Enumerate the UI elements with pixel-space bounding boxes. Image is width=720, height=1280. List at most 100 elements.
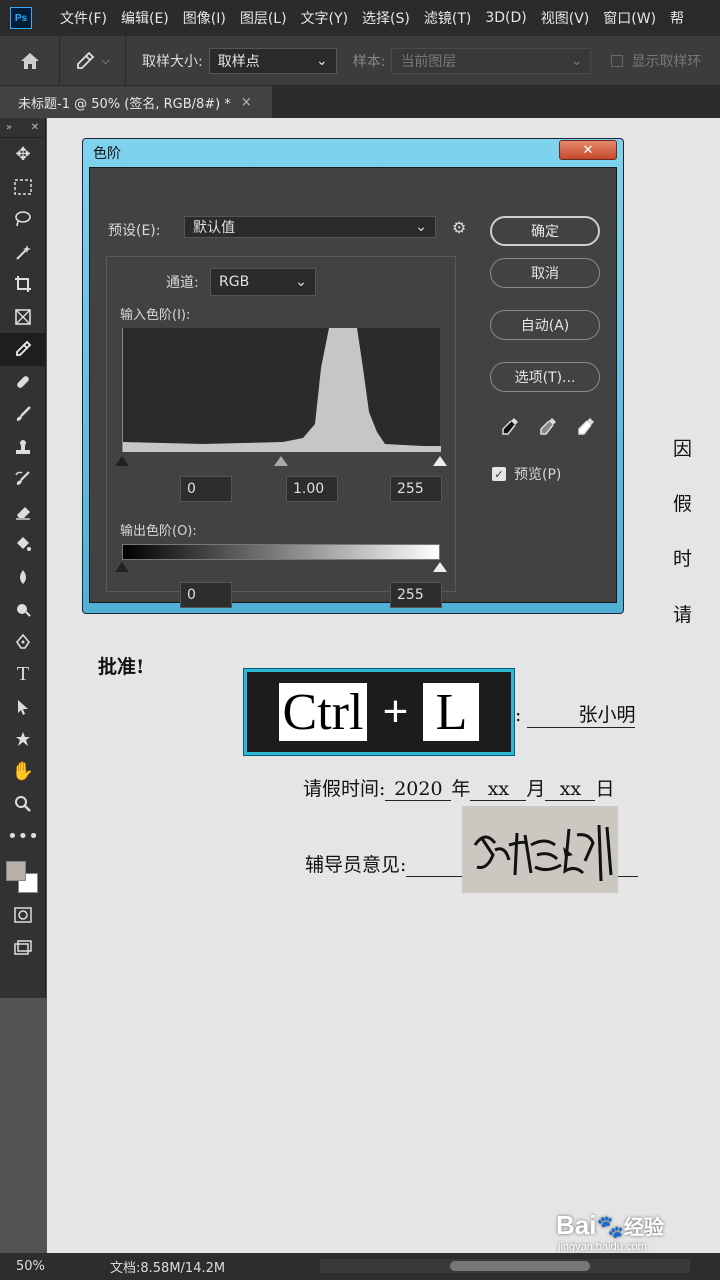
foreground-color-swatch[interactable] xyxy=(6,861,26,881)
tools-panel: » ✕ ✥ T ✋ ••• xyxy=(0,118,46,998)
input-gamma-handle[interactable] xyxy=(274,456,288,466)
white-point-eyedropper-icon[interactable] xyxy=(576,416,596,438)
menu-layer[interactable]: 图层(L) xyxy=(240,8,287,28)
lasso-tool-icon[interactable] xyxy=(0,203,46,236)
output-white-field[interactable]: 255 xyxy=(390,582,442,608)
sample-size-label: 取样大小: xyxy=(142,53,203,70)
brush-tool-icon[interactable] xyxy=(0,398,46,431)
dialog-title-bar[interactable]: 色阶 ✕ xyxy=(89,139,617,167)
close-tab-icon[interactable]: × xyxy=(241,95,252,110)
gray-point-eyedropper-icon[interactable] xyxy=(538,416,558,438)
input-white-field[interactable]: 255 xyxy=(390,476,442,502)
channel-value: RGB xyxy=(219,274,250,290)
menu-view[interactable]: 视图(V) xyxy=(541,8,590,28)
menu-image[interactable]: 图像(I) xyxy=(183,8,226,28)
pen-tool-icon[interactable] xyxy=(0,626,46,659)
watermark-brand2: 经验 xyxy=(623,1217,664,1239)
collapse-icon[interactable]: » xyxy=(6,122,12,133)
status-bar: 50% 文档:8.58M/14.2M ❯ xyxy=(0,1253,720,1280)
crop-tool-icon[interactable] xyxy=(0,268,46,301)
input-white-point-handle[interactable] xyxy=(433,456,447,466)
menu-select[interactable]: 选择(S) xyxy=(362,8,410,28)
menu-type[interactable]: 文字(Y) xyxy=(301,8,348,28)
shortcut-key-l: L xyxy=(423,683,480,741)
preview-check-icon[interactable]: ✓ xyxy=(492,467,506,481)
history-brush-tool-icon[interactable] xyxy=(0,463,46,496)
signature-image[interactable] xyxy=(462,806,618,893)
menu-3d[interactable]: 3D(D) xyxy=(485,10,526,26)
document-tab-bar: 未标题-1 @ 50% (签名, RGB/8#) * × xyxy=(0,86,720,118)
dialog-close-button[interactable]: ✕ xyxy=(559,140,617,160)
path-selection-tool-icon[interactable] xyxy=(0,691,46,724)
preset-value: 默认值 xyxy=(193,220,235,236)
color-swatches[interactable] xyxy=(0,853,45,899)
menu-edit[interactable]: 编辑(E) xyxy=(121,8,169,28)
auto-button[interactable]: 自动(A) xyxy=(490,310,600,340)
doc-char-2: 假 xyxy=(673,493,693,515)
day-unit: 日 xyxy=(595,778,615,800)
black-point-eyedropper-icon[interactable] xyxy=(500,416,520,438)
options-button[interactable]: 选项(T)... xyxy=(490,362,600,392)
horizontal-scrollbar[interactable] xyxy=(320,1259,690,1273)
chevron-down-icon: ⌵ xyxy=(101,53,110,67)
show-ring-label: 显示取样环 xyxy=(631,53,702,70)
frame-tool-icon[interactable] xyxy=(0,301,46,334)
clone-stamp-tool-icon[interactable] xyxy=(0,431,46,464)
name-field: : 张小明 xyxy=(515,700,636,728)
name-value: 张小明 xyxy=(527,700,636,728)
preset-options-gear-icon[interactable]: ⚙ xyxy=(452,218,466,237)
tool-preset-picker[interactable]: ⌵ xyxy=(60,35,126,86)
sample-size-value: 取样点 xyxy=(217,53,260,70)
watermark: Bai🐾经验 jingyan.baidu.com xyxy=(556,1210,664,1253)
output-levels-slider[interactable] xyxy=(115,562,447,572)
type-tool-icon[interactable]: T xyxy=(0,658,46,691)
more-tools-icon[interactable]: ••• xyxy=(0,821,46,854)
move-tool-icon[interactable]: ✥ xyxy=(0,138,46,171)
healing-brush-tool-icon[interactable] xyxy=(0,366,46,399)
checkbox-box xyxy=(611,54,624,67)
keyboard-shortcut-overlay: Ctrl + L xyxy=(244,669,514,755)
preview-checkbox[interactable]: ✓ 预览(P) xyxy=(492,464,561,484)
close-icon[interactable]: ✕ xyxy=(31,122,39,133)
ok-button[interactable]: 确定 xyxy=(490,216,600,246)
sample-size-select[interactable]: 取样点 ⌄ xyxy=(208,47,337,74)
document-tab[interactable]: 未标题-1 @ 50% (签名, RGB/8#) * × xyxy=(0,86,272,118)
marquee-tool-icon[interactable] xyxy=(0,171,46,204)
shortcut-key-ctrl: Ctrl xyxy=(278,683,368,741)
show-sampling-ring-checkbox: 显示取样环 xyxy=(611,51,701,71)
output-black-point-handle[interactable] xyxy=(115,562,129,572)
hand-tool-icon[interactable]: ✋ xyxy=(0,756,46,789)
menu-bar: Ps 文件(F) 编辑(E) 图像(I) 图层(L) 文字(Y) 选择(S) 滤… xyxy=(0,0,720,36)
cancel-button[interactable]: 取消 xyxy=(490,258,600,288)
input-black-field[interactable]: 0 xyxy=(180,476,232,502)
eyedropper-tool-icon[interactable] xyxy=(0,333,46,366)
name-colon: : xyxy=(515,704,522,726)
blur-tool-icon[interactable] xyxy=(0,561,46,594)
menu-help[interactable]: 帮 xyxy=(670,8,684,28)
input-black-point-handle[interactable] xyxy=(115,456,129,466)
year-value: 2020 xyxy=(385,778,452,801)
zoom-level[interactable]: 50% xyxy=(0,1259,60,1274)
preset-select[interactable]: 默认值 ⌄ xyxy=(184,216,436,238)
channel-select[interactable]: RGB ⌄ xyxy=(210,268,316,296)
scrollbar-thumb[interactable] xyxy=(450,1261,590,1271)
quick-mask-icon[interactable] xyxy=(0,899,46,932)
menu-filter[interactable]: 滤镜(T) xyxy=(424,8,471,28)
dodge-tool-icon[interactable] xyxy=(0,593,46,626)
paint-bucket-tool-icon[interactable] xyxy=(0,528,46,561)
menu-file[interactable]: 文件(F) xyxy=(60,8,107,28)
home-button[interactable] xyxy=(0,35,60,86)
output-black-field[interactable]: 0 xyxy=(180,582,232,608)
custom-shape-tool-icon[interactable] xyxy=(0,723,46,756)
eraser-tool-icon[interactable] xyxy=(0,496,46,529)
zoom-tool-icon[interactable] xyxy=(0,788,46,821)
document-tab-title: 未标题-1 @ 50% (签名, RGB/8#) * xyxy=(18,96,231,112)
magic-wand-tool-icon[interactable] xyxy=(0,236,46,269)
approve-text: 批准! xyxy=(98,656,145,678)
screen-mode-icon[interactable] xyxy=(0,932,46,965)
sample-label: 样本: xyxy=(352,53,386,70)
menu-window[interactable]: 窗口(W) xyxy=(603,8,656,28)
input-levels-slider[interactable] xyxy=(115,456,447,466)
output-white-point-handle[interactable] xyxy=(433,562,447,572)
input-gamma-field[interactable]: 1.00 xyxy=(286,476,338,502)
